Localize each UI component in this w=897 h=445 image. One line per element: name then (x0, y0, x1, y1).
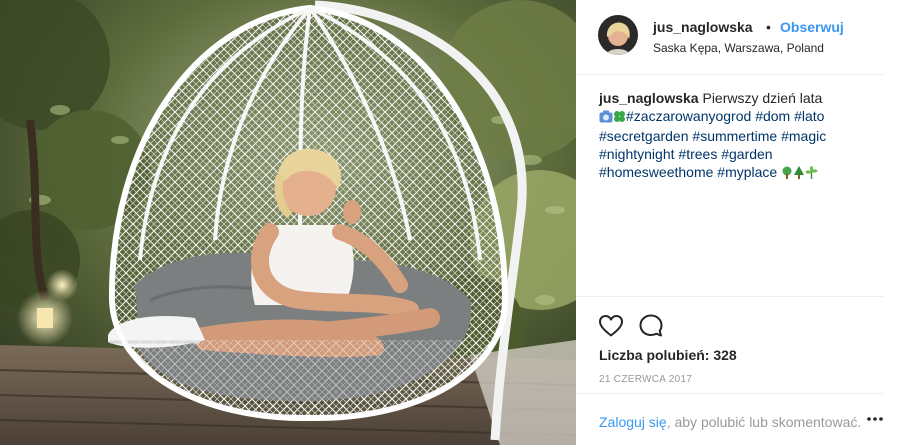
header-separator-dot: • (766, 19, 771, 35)
comment-button[interactable] (638, 313, 664, 339)
post-photo[interactable] (0, 0, 576, 445)
header-divider (576, 74, 884, 75)
post-photo-image (0, 0, 576, 445)
camera-emoji-icon (599, 109, 613, 127)
four-leaf-clover-emoji-icon (613, 109, 626, 127)
comment-icon (639, 314, 663, 337)
herb-emoji-icon (805, 165, 818, 183)
avatar-image (598, 15, 638, 55)
post-side-panel: jus_naglowska • Obserwuj Saska Kępa, War… (576, 0, 897, 445)
post-location[interactable]: Saska Kępa, Warszawa, Poland (653, 41, 824, 55)
more-options-icon (867, 417, 883, 421)
hashtag-link[interactable]: #homesweethome (599, 164, 713, 180)
hashtag-link[interactable]: #garden (721, 146, 772, 162)
hashtag-link[interactable]: #summertime (692, 128, 777, 144)
caption-divider (576, 296, 884, 297)
evergreen-tree-emoji-icon (793, 165, 805, 183)
heart-icon (599, 315, 623, 337)
likes-count[interactable]: Liczba polubień: 328 (599, 347, 737, 363)
footer-divider (576, 393, 884, 394)
post-header: jus_naglowska • Obserwuj Saska Kępa, War… (598, 14, 884, 58)
more-options-button[interactable] (866, 410, 884, 428)
login-link[interactable]: Zaloguj się (599, 414, 667, 430)
hashtag-link[interactable]: #myplace (717, 164, 777, 180)
hashtag-link[interactable]: #secretgarden (599, 128, 689, 144)
hashtag-link[interactable]: #zaczarowanyogrod (626, 108, 751, 124)
deciduous-tree-emoji-icon (781, 165, 793, 183)
hashtag-link[interactable]: #magic (781, 128, 826, 144)
post-date[interactable]: 21 CZERWCA 2017 (599, 374, 692, 385)
login-prompt-text: , aby polubić lub skomentować. (666, 414, 862, 430)
like-button[interactable] (598, 313, 624, 339)
follow-button[interactable]: Obserwuj (780, 19, 844, 35)
hashtag-link[interactable]: #dom (755, 108, 790, 124)
avatar[interactable] (598, 15, 638, 55)
hashtag-link[interactable]: #trees (678, 146, 717, 162)
hashtag-link[interactable]: #nightynight (599, 146, 675, 162)
caption-text: Pierwszy dzień lata (702, 90, 823, 106)
login-prompt: Zaloguj się, aby polubić lub skomentować… (599, 414, 861, 430)
post-caption: jus_naglowska Pierwszy dzień lata #zacza… (599, 89, 884, 183)
caption-username[interactable]: jus_naglowska (599, 90, 699, 106)
hashtag-link[interactable]: #lato (794, 108, 824, 124)
post-author-username[interactable]: jus_naglowska (653, 19, 753, 35)
